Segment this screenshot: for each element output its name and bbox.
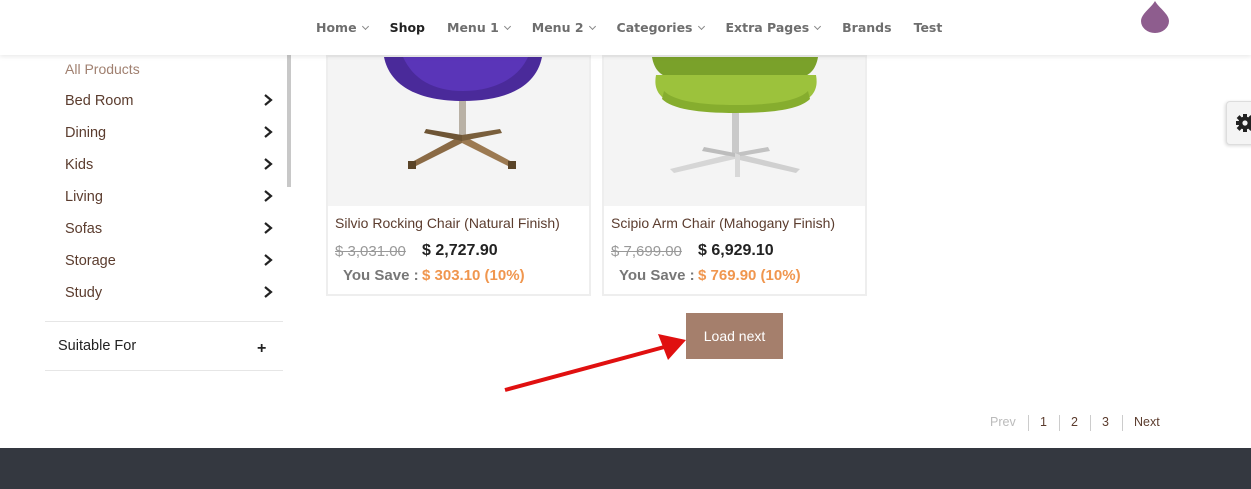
you-save-value: $ 303.10 (10%) <box>422 267 525 284</box>
nav-home-label: Home <box>316 20 357 35</box>
product-card[interactable]: Silvio Rocking Chair (Natural Finish) $ … <box>326 55 591 296</box>
sidebar-item-bed-room[interactable]: Bed Room <box>65 93 134 109</box>
nav-menu-2[interactable]: Menu 2 <box>531 20 596 35</box>
egg-chair-image <box>384 57 542 169</box>
chevron-right-icon[interactable] <box>263 158 273 170</box>
sidebar-item-dining[interactable]: Dining <box>65 125 106 141</box>
chevron-right-icon[interactable] <box>263 286 273 298</box>
nav-menu-2-label: Menu 2 <box>531 20 584 35</box>
nav-test[interactable]: Test <box>914 20 943 35</box>
sidebar-item-all-products[interactable]: All Products <box>65 61 140 77</box>
chevron-down-icon <box>697 22 705 30</box>
pagination-page-1[interactable]: 1 <box>1040 415 1047 429</box>
nav-shop-label: Shop <box>389 20 425 35</box>
sidebar-item-kids[interactable]: Kids <box>65 157 93 173</box>
nav-extra-pages[interactable]: Extra Pages <box>725 20 822 35</box>
product-card[interactable]: Scipio Arm Chair (Mahogany Finish) $ 7,6… <box>602 55 867 296</box>
you-save-label: You Save : <box>619 267 695 284</box>
nav-menu-1-label: Menu 1 <box>447 20 499 35</box>
plus-icon[interactable]: + <box>257 340 266 358</box>
pagination-divider <box>1059 415 1060 431</box>
filter-suitable-for[interactable]: Suitable For <box>58 338 136 354</box>
top-navbar: Home Shop Menu 1 Menu 2 Categories Extra… <box>0 0 1251 55</box>
pagination-divider <box>1122 415 1123 431</box>
product-image[interactable] <box>604 57 865 206</box>
main-nav: Home Shop Menu 1 Menu 2 Categories Extra… <box>316 0 964 55</box>
pagination-next[interactable]: Next <box>1134 415 1160 429</box>
pagination-page-2[interactable]: 2 <box>1071 415 1078 429</box>
nav-brands[interactable]: Brands <box>842 20 891 35</box>
sidebar-item-study[interactable]: Study <box>65 285 102 301</box>
pagination-divider <box>1090 415 1091 431</box>
chevron-right-icon[interactable] <box>263 126 273 138</box>
chevron-down-icon <box>588 22 596 30</box>
nav-home[interactable]: Home <box>316 20 369 35</box>
chevron-down-icon <box>814 22 822 30</box>
nav-shop[interactable]: Shop <box>390 20 425 35</box>
chevron-down-icon <box>361 22 369 30</box>
pagination-prev[interactable]: Prev <box>990 415 1016 429</box>
product-old-price: $ 7,699.00 <box>611 243 682 260</box>
category-sidebar: All Products Bed Room Dining Kids Living… <box>45 55 290 385</box>
sidebar-item-sofas[interactable]: Sofas <box>65 221 102 237</box>
you-save-value: $ 769.90 (10%) <box>698 267 801 284</box>
sidebar-divider <box>45 370 283 371</box>
load-next-button[interactable]: Load next <box>686 313 783 359</box>
nav-test-label: Test <box>913 20 943 35</box>
arm-chair-image <box>652 57 818 177</box>
sidebar-divider <box>45 321 283 322</box>
nav-brands-label: Brands <box>842 20 892 35</box>
footer <box>0 448 1251 489</box>
product-price: $ 6,929.10 <box>698 242 774 259</box>
product-price: $ 2,727.90 <box>422 242 498 259</box>
you-save-label: You Save : <box>343 267 419 284</box>
chevron-right-icon[interactable] <box>263 254 273 266</box>
settings-tab[interactable] <box>1226 101 1251 145</box>
gear-icon <box>1235 114 1251 132</box>
annotation-arrow-icon <box>504 334 686 392</box>
sidebar-scrollbar[interactable] <box>287 55 291 187</box>
product-name[interactable]: Scipio Arm Chair (Mahogany Finish) <box>611 215 835 231</box>
product-image[interactable] <box>328 57 589 206</box>
product-name[interactable]: Silvio Rocking Chair (Natural Finish) <box>335 215 560 231</box>
sidebar-item-living[interactable]: Living <box>65 189 103 205</box>
nav-extra-pages-label: Extra Pages <box>725 20 810 35</box>
chevron-right-icon[interactable] <box>263 222 273 234</box>
page: Home Shop Menu 1 Menu 2 Categories Extra… <box>0 0 1251 489</box>
pagination-page-3[interactable]: 3 <box>1102 415 1109 429</box>
nav-menu-1[interactable]: Menu 1 <box>447 20 511 35</box>
chevron-down-icon <box>503 22 511 30</box>
chevron-right-icon[interactable] <box>263 94 273 106</box>
sidebar-item-storage[interactable]: Storage <box>65 253 116 269</box>
nav-categories-label: Categories <box>616 20 693 35</box>
chevron-right-icon[interactable] <box>263 190 273 202</box>
pagination-divider <box>1028 415 1029 431</box>
nav-categories[interactable]: Categories <box>616 20 705 35</box>
product-old-price: $ 3,031.00 <box>335 243 406 260</box>
drop-logo-icon[interactable] <box>1141 0 1169 34</box>
